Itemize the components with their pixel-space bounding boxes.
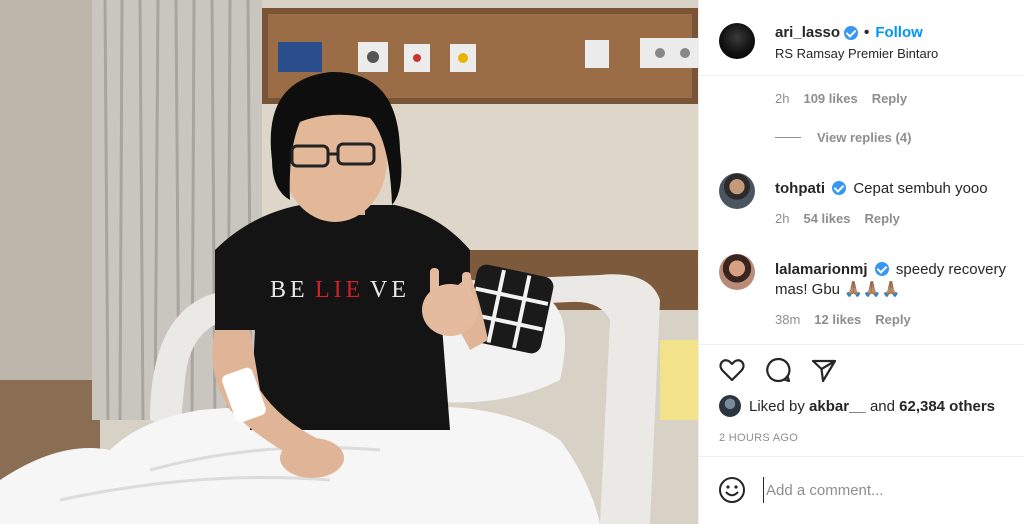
verified-badge-icon xyxy=(844,25,859,40)
liked-by-prefix: Liked by xyxy=(749,397,805,415)
separator-dot: • xyxy=(864,24,870,41)
comment-body: tohpati Cepat sembuh yooo xyxy=(775,179,1015,199)
replies-line xyxy=(775,137,801,138)
comment-likes[interactable]: 54 likes xyxy=(803,211,850,226)
shirt-text-2: LIE xyxy=(315,277,364,303)
follow-button[interactable]: Follow xyxy=(875,24,923,41)
comment-meta: 38m 12 likes Reply xyxy=(775,312,911,327)
post-location[interactable]: RS Ramsay Premier Bintaro xyxy=(775,46,938,61)
comment-time: 2h xyxy=(775,91,790,106)
liked-by-count[interactable]: 62,384 others xyxy=(899,398,995,415)
comment-likes[interactable]: 12 likes xyxy=(814,312,861,327)
post-photo: BE LIE VE xyxy=(0,0,698,524)
shirt-text-3: VE xyxy=(370,277,410,303)
comment-likes[interactable]: 109 likes xyxy=(803,91,857,106)
comment-body: lalamarionmj speedy recovery mas! Gbu 🙏🏽… xyxy=(775,260,1015,300)
view-replies-button[interactable]: View replies (4) xyxy=(775,130,911,145)
post-image: BE LIE VE xyxy=(0,0,698,524)
comment-text: Cepat sembuh yooo xyxy=(853,180,988,197)
smiley-icon[interactable] xyxy=(717,475,747,505)
comment-time: 38m xyxy=(775,312,801,327)
verified-badge-icon xyxy=(874,262,889,276)
liked-by-line: Liked by akbar__ and 62,384 others xyxy=(719,395,995,417)
author-username[interactable]: ari_lasso xyxy=(775,24,840,41)
post-side-panel: ari_lasso • Follow RS Ramsay Premier Bin… xyxy=(698,0,1024,524)
add-comment-bar xyxy=(699,456,1024,524)
author-line: ari_lasso • Follow xyxy=(775,24,923,41)
comment-item: lalamarionmj speedy recovery mas! Gbu 🙏🏽… xyxy=(699,254,1024,338)
commenter-username[interactable]: lalamarionmj xyxy=(775,261,868,278)
post-header: ari_lasso • Follow RS Ramsay Premier Bin… xyxy=(699,0,1024,76)
author-avatar[interactable] xyxy=(719,23,755,59)
comments-list[interactable]: 2h 109 likes Reply View replies (4) tohp… xyxy=(699,76,1024,344)
view-replies-label: View replies (4) xyxy=(817,130,912,145)
reply-button[interactable]: Reply xyxy=(875,312,910,327)
comment-meta: 2h 54 likes Reply xyxy=(775,211,900,226)
verified-badge-icon xyxy=(832,181,847,195)
post-actions: Liked by akbar__ and 62,384 others 2 HOU… xyxy=(699,344,1024,456)
heart-icon[interactable] xyxy=(717,355,747,385)
liked-by-user[interactable]: akbar__ xyxy=(809,398,866,415)
comment-input[interactable] xyxy=(763,477,953,503)
liked-by-and: and xyxy=(869,397,895,415)
comment-time: 2h xyxy=(775,211,790,226)
liker-avatar[interactable] xyxy=(719,395,741,417)
commenter-username[interactable]: tohpati xyxy=(775,180,825,197)
post-timestamp[interactable]: 2 HOURS AGO xyxy=(719,432,798,444)
share-icon[interactable] xyxy=(809,355,839,385)
comment-meta: 2h 109 likes Reply xyxy=(775,91,907,106)
comment-item: tohpati Cepat sembuh yooo 2h 54 likes Re… xyxy=(699,173,1024,233)
comment-icon[interactable] xyxy=(763,355,793,385)
reply-button[interactable]: Reply xyxy=(864,211,899,226)
reply-button[interactable]: Reply xyxy=(872,91,907,106)
commenter-avatar[interactable] xyxy=(719,254,755,290)
commenter-avatar[interactable] xyxy=(719,173,755,209)
shirt-text-1: BE xyxy=(270,277,309,303)
